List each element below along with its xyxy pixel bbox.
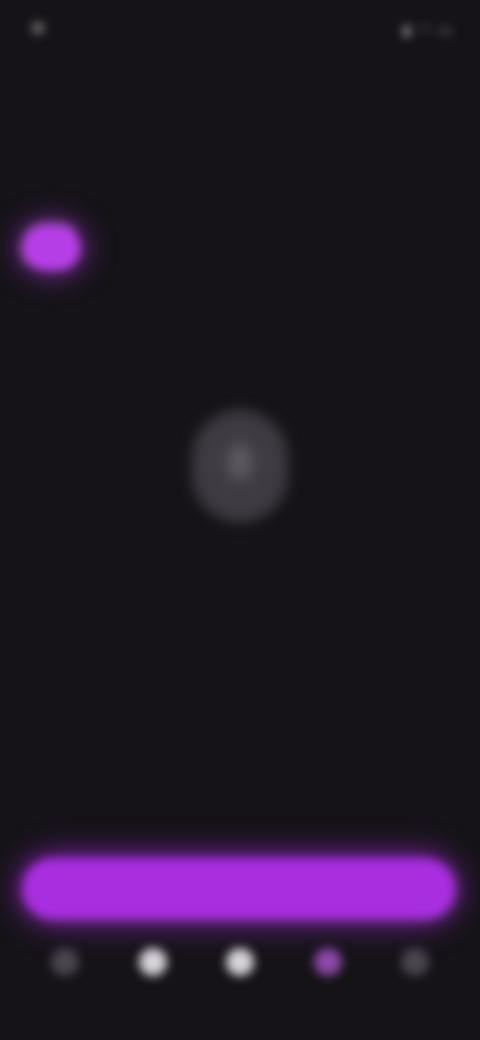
- wifi-icon: ◠: [418, 22, 431, 38]
- filter-row: [20, 222, 172, 274]
- library-icon: [226, 948, 254, 976]
- nav-label-home: [42, 984, 88, 994]
- nav-item-home[interactable]: [36, 948, 94, 1008]
- signal-icon: ▮: [402, 22, 411, 38]
- status-bar: ▮ ◠ ▭: [28, 14, 452, 48]
- nav-item-profile[interactable]: [386, 948, 444, 1008]
- status-indicator-icon: [32, 22, 44, 34]
- empty-state: [0, 410, 480, 556]
- nav-label-record: [305, 984, 351, 994]
- nav-item-record[interactable]: [299, 948, 357, 1008]
- nav-item-search[interactable]: [124, 948, 182, 1008]
- home-icon: [51, 948, 79, 976]
- bottom-navigation: [36, 948, 444, 1018]
- battery-icon: ▭: [438, 22, 452, 38]
- filter-chip[interactable]: [20, 222, 84, 274]
- nav-item-library[interactable]: [211, 948, 269, 1008]
- nav-label-search: [130, 984, 176, 994]
- primary-action-button[interactable]: [22, 858, 456, 920]
- nav-label-profile: [392, 984, 438, 994]
- nav-label-library: [217, 984, 263, 994]
- status-icons: ▮ ◠ ▭: [403, 22, 452, 39]
- search-icon: [138, 948, 167, 976]
- app-screen: ▮ ◠ ▭: [0, 0, 480, 1040]
- microphone-icon: [192, 410, 288, 522]
- profile-icon: [401, 948, 429, 976]
- microphone-icon: [313, 948, 342, 976]
- status-left: [32, 22, 54, 34]
